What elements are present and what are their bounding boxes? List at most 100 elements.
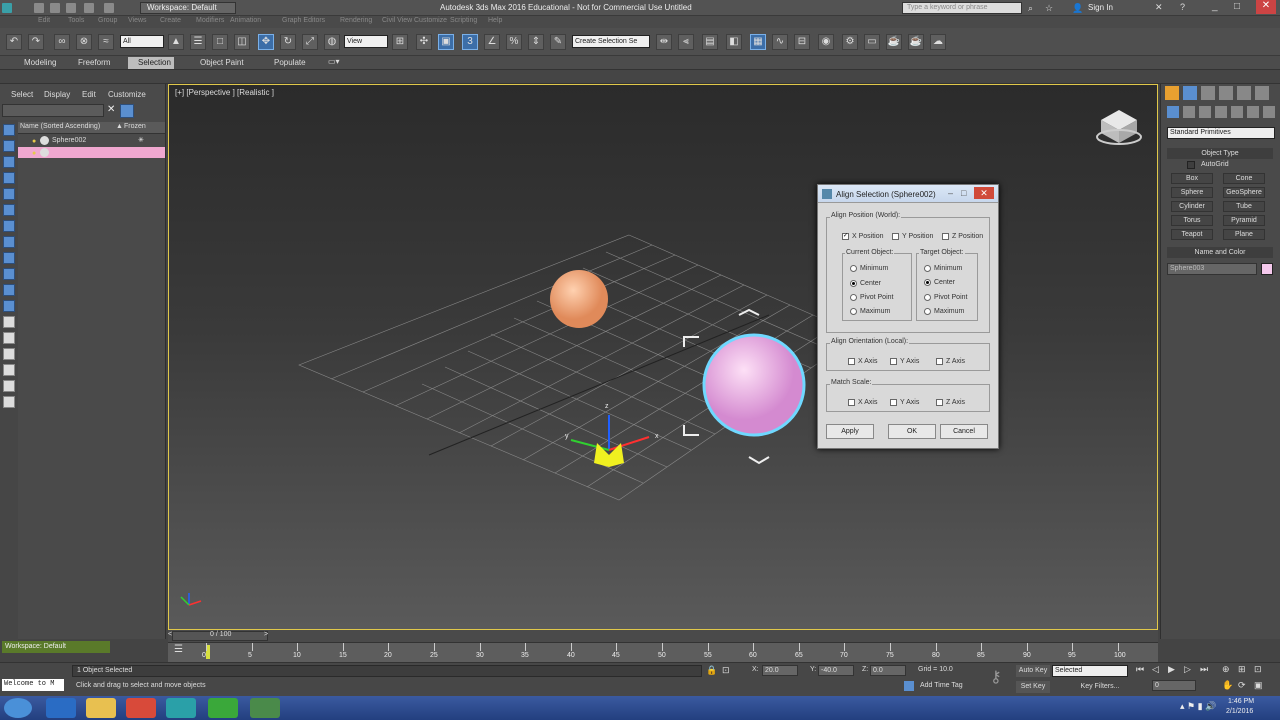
app-logo-icon[interactable] — [2, 3, 12, 13]
target-center-radio[interactable] — [924, 279, 931, 286]
clear-search-icon[interactable]: ✕ — [107, 104, 115, 115]
explorer-menu-customize[interactable]: Customize — [108, 90, 146, 99]
sphere-button[interactable]: Sphere — [1171, 187, 1213, 198]
maximize-icon[interactable]: □ — [1234, 1, 1240, 12]
user-icon[interactable]: 👤 — [1072, 3, 1083, 14]
tube-button[interactable]: Tube — [1223, 201, 1265, 212]
zoom-all-icon[interactable]: ⊞ — [1238, 664, 1246, 675]
zoom-icon[interactable]: ⊕ — [1222, 664, 1230, 675]
workspace-dropdown[interactable]: Workspace: Default — [140, 2, 236, 14]
render-a360-icon[interactable]: ☁ — [930, 34, 946, 50]
x-position-checkbox[interactable]: ✓ — [842, 233, 849, 240]
render-iterative-icon[interactable]: ☕ — [908, 34, 924, 50]
tray-icons[interactable]: ▴ ⚑ ▮ 🔊 — [1180, 701, 1216, 712]
spinner-snap-icon[interactable]: ⇕ — [528, 34, 544, 50]
open-icon[interactable] — [50, 3, 60, 13]
binoculars-icon[interactable]: ⌕ — [1028, 3, 1033, 14]
primitives-dropdown[interactable]: Standard Primitives — [1167, 127, 1275, 139]
invert-display-icon[interactable] — [3, 156, 15, 168]
place-icon[interactable]: ◍ — [324, 34, 340, 50]
start-button[interactable] — [4, 698, 32, 718]
display-containers-icon[interactable] — [3, 316, 15, 328]
sign-in-link[interactable]: Sign In — [1088, 3, 1113, 12]
explorer-menu-display[interactable]: Display — [44, 90, 70, 99]
ribbon-options-icon[interactable]: ▭▾ — [328, 57, 340, 66]
apply-button[interactable]: Apply — [826, 424, 874, 439]
key-icon[interactable]: ⚷ — [990, 667, 1002, 687]
menu-animation[interactable]: Animation — [230, 17, 261, 24]
material-editor-icon[interactable]: ◉ — [818, 34, 834, 50]
display-xrefs-icon[interactable] — [3, 284, 15, 296]
space-warps-icon[interactable] — [1247, 106, 1259, 118]
tab-populate[interactable]: Populate — [264, 57, 316, 69]
target-minimum-radio[interactable] — [924, 265, 931, 272]
explorer-menu-select[interactable]: Select — [11, 90, 33, 99]
minimize-icon[interactable]: _ — [1212, 1, 1218, 12]
absolute-mode-icon[interactable]: ⊡ — [722, 665, 730, 676]
cone-button[interactable]: Cone — [1223, 173, 1265, 184]
save-icon[interactable] — [66, 3, 76, 13]
undo-icon[interactable] — [84, 3, 94, 13]
explorer-icon[interactable] — [86, 698, 116, 718]
pyramid-button[interactable]: Pyramid — [1223, 215, 1265, 226]
maximize-icon[interactable]: □ — [961, 188, 966, 198]
link-icon[interactable]: ∞ — [54, 34, 70, 50]
utilities-tab-icon[interactable] — [1255, 86, 1269, 100]
dialog-title-bar[interactable]: Align Selection (Sphere002) – □ ✕ — [818, 185, 998, 203]
explorer-menu-edit[interactable]: Edit — [82, 90, 96, 99]
select-move-icon[interactable]: ✥ — [258, 34, 274, 50]
toggle-ribbon-icon[interactable]: ▦ — [750, 34, 766, 50]
menu-modifiers[interactable]: Modifiers — [196, 17, 224, 24]
menu-scripting[interactable]: Scripting — [450, 17, 477, 24]
scale-x-checkbox[interactable] — [848, 399, 855, 406]
align-icon[interactable]: ⫷ — [678, 34, 694, 50]
select-object-icon[interactable]: ▲ — [168, 34, 184, 50]
add-time-tag-icon[interactable] — [904, 681, 914, 691]
display-helpers-icon[interactable] — [3, 236, 15, 248]
menu-views[interactable]: Views — [128, 17, 147, 24]
select-rotate-icon[interactable]: ↻ — [280, 34, 296, 50]
y-position-checkbox[interactable] — [892, 233, 899, 240]
x-coord-input[interactable]: 20.0 — [762, 665, 798, 676]
new-icon[interactable] — [34, 3, 44, 13]
hierarchy-tab-icon[interactable] — [1201, 86, 1215, 100]
light-bulb-icon[interactable]: ● — [32, 136, 36, 147]
select-by-name-icon[interactable]: ☰ — [190, 34, 206, 50]
key-filters-button[interactable]: Key Filters... — [1072, 681, 1128, 693]
z-position-checkbox[interactable] — [942, 233, 949, 240]
lock-selection-icon[interactable]: 🔒 — [706, 665, 717, 676]
ie-icon[interactable] — [46, 698, 76, 718]
toggle-scene-explorer-icon[interactable]: ◧ — [726, 34, 742, 50]
menu-create[interactable]: Create — [160, 17, 181, 24]
teapot-button[interactable]: Teapot — [1171, 229, 1213, 240]
snowflake-icon[interactable]: ✳ — [138, 135, 144, 146]
current-center-radio[interactable] — [850, 280, 857, 287]
name-and-color-rollout[interactable]: Name and Color — [1167, 247, 1273, 258]
manipulate-icon[interactable]: ✣ — [416, 34, 432, 50]
object-type-rollout[interactable]: Object Type — [1167, 148, 1273, 159]
col-name[interactable]: Name (Sorted Ascending) — [20, 123, 100, 130]
systems-icon[interactable] — [1263, 106, 1275, 118]
exchange-icon[interactable]: ✕ — [1155, 2, 1163, 13]
angle-snap-icon[interactable]: ∠ — [484, 34, 500, 50]
pan-icon[interactable]: ✋ — [1222, 680, 1233, 691]
modify-tab-icon[interactable] — [1183, 86, 1197, 100]
current-pivot-radio[interactable] — [850, 294, 857, 301]
next-frame-icon[interactable]: > — [264, 631, 268, 638]
auto-key-button[interactable]: Auto Key — [1016, 665, 1050, 677]
menu-customize[interactable]: Customize — [414, 17, 447, 24]
prev-key-icon[interactable]: ◁ — [1152, 664, 1159, 675]
mirror-icon[interactable]: ⇹ — [656, 34, 672, 50]
selection-filter-dropdown[interactable]: All — [120, 35, 164, 48]
redo-icon[interactable] — [104, 3, 114, 13]
orient-x-checkbox[interactable] — [848, 358, 855, 365]
cancel-button[interactable]: Cancel — [940, 424, 988, 439]
pivot-center-icon[interactable]: ⊞ — [392, 34, 408, 50]
percent-snap-icon[interactable]: % — [506, 34, 522, 50]
display-all-icon[interactable] — [3, 140, 15, 152]
geosphere-button[interactable]: GeoSphere — [1223, 187, 1265, 198]
cylinder-button[interactable]: Cylinder — [1171, 201, 1213, 212]
target-maximum-radio[interactable] — [924, 308, 931, 315]
autogrid-checkbox[interactable] — [1187, 161, 1195, 169]
search-input[interactable]: Type a keyword or phrase — [902, 2, 1022, 14]
